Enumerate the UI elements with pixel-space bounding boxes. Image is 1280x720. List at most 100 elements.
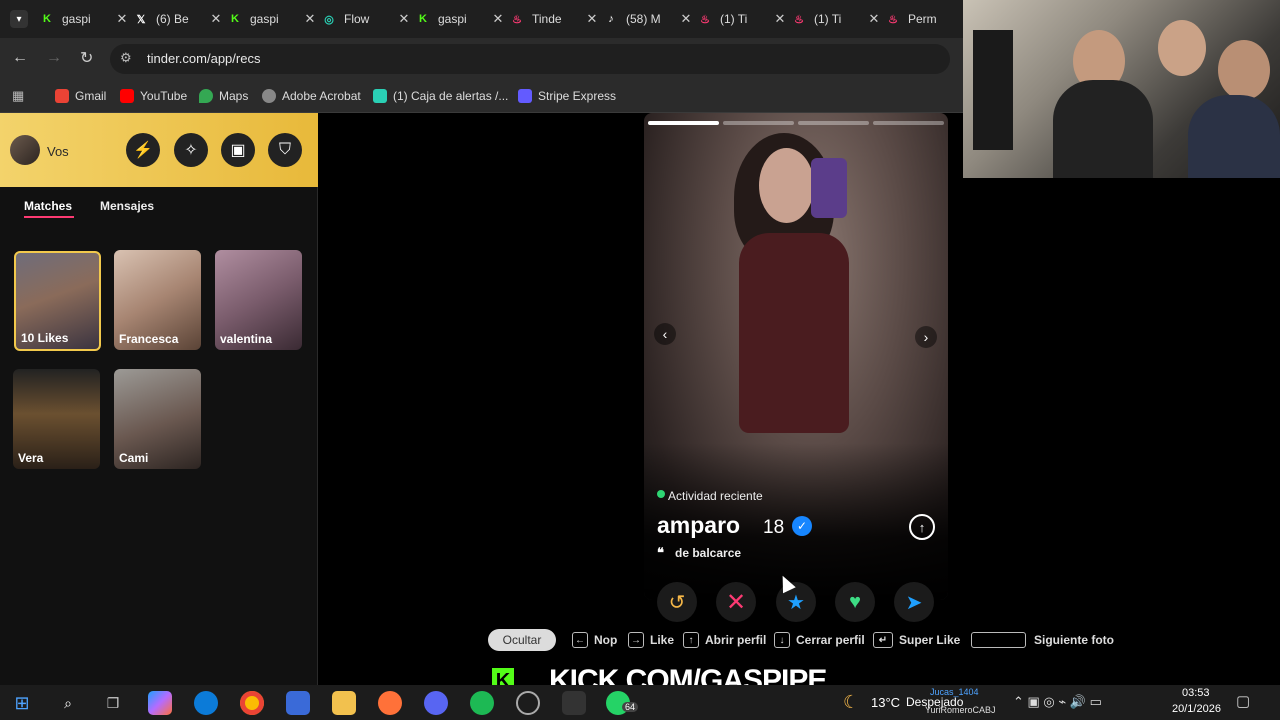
- tab-messages[interactable]: Mensajes: [100, 199, 154, 213]
- taskbar: ⊞ ⌕ ❐ 64 ☾ 13°C Despejado Jucas_1404 Yur…: [0, 685, 1280, 720]
- kick-icon: K: [419, 13, 427, 25]
- tab-underline: [24, 216, 74, 218]
- avatar[interactable]: [10, 135, 40, 165]
- space-key-icon: [971, 632, 1026, 648]
- tab-search-icon[interactable]: ▾: [10, 10, 28, 28]
- bookmark-youtube[interactable]: YouTube: [120, 86, 187, 106]
- next-photo-button[interactable]: ›: [915, 326, 937, 348]
- discord-icon[interactable]: [424, 691, 448, 715]
- bookmark-label: Adobe Acrobat: [282, 89, 361, 103]
- close-icon[interactable]: ✕: [208, 11, 224, 27]
- hide-shortcuts-button[interactable]: Ocultar: [488, 629, 556, 651]
- browser-tab[interactable]: Kgaspi ✕: [228, 6, 318, 32]
- bookmark-label: YouTube: [140, 89, 188, 103]
- copilot-icon[interactable]: [148, 691, 172, 715]
- bookmark-label: Stripe Express: [538, 89, 617, 103]
- explore-button[interactable]: ✧: [174, 133, 208, 167]
- close-icon[interactable]: ✕: [866, 11, 882, 27]
- tab-title: (58) M: [626, 12, 661, 26]
- compass-icon: ✧: [184, 142, 198, 159]
- weather-temp[interactable]: 13°C: [871, 695, 900, 710]
- store-icon[interactable]: [286, 691, 310, 715]
- profile-bio: de balcarce: [675, 546, 742, 560]
- profile-age: 18: [763, 517, 785, 538]
- bookmark-gmail[interactable]: Gmail: [55, 86, 106, 106]
- match-card[interactable]: Vera: [13, 369, 100, 469]
- bookmark-maps[interactable]: Maps: [199, 86, 248, 106]
- bookmark-stripe[interactable]: Stripe Express: [518, 86, 616, 106]
- expand-profile-button[interactable]: ↑: [909, 514, 935, 540]
- file-explorer-icon[interactable]: [332, 691, 356, 715]
- tiktok-icon: ♪: [608, 13, 614, 25]
- task-view-icon[interactable]: ❐: [101, 691, 125, 715]
- windows-start-icon[interactable]: ⊞: [10, 691, 34, 715]
- close-icon[interactable]: ✕: [678, 11, 694, 27]
- address-bar[interactable]: ⚙ tinder.com/app/recs: [110, 44, 950, 74]
- rewind-button[interactable]: ↺: [657, 582, 697, 622]
- likes-card[interactable]: 10 Likes: [14, 251, 101, 351]
- browser-tab[interactable]: ♨ Tinde ✕: [510, 6, 600, 32]
- spotify-icon[interactable]: [470, 691, 494, 715]
- notifications-icon[interactable]: ▢: [1236, 692, 1250, 710]
- close-icon[interactable]: ✕: [396, 11, 412, 27]
- browser-tab[interactable]: ♪ (58) M ✕: [604, 6, 694, 32]
- profile-card[interactable]: ‹ › Actividad reciente amparo 18 ✓ ↑ ❝ d…: [644, 113, 948, 600]
- flow-icon: ◎: [324, 13, 334, 26]
- webcam-monitor: [973, 30, 1013, 150]
- browser-tab[interactable]: Kgaspi ✕: [40, 6, 130, 32]
- profile-label[interactable]: Vos: [47, 144, 69, 159]
- tray-icons[interactable]: ⌃ ▣ ◎ ⌁ 🔊 ▭: [1013, 694, 1102, 710]
- match-card[interactable]: Cami: [114, 369, 201, 469]
- chrome-icon[interactable]: [240, 691, 264, 715]
- chat-user: Jucas_1404: [930, 687, 979, 697]
- safety-button[interactable]: ⛉: [268, 133, 302, 167]
- browser-tab[interactable]: 𝕏 (6) Be ✕: [134, 6, 224, 32]
- photo-progress: [648, 121, 944, 125]
- kick-icon: K: [43, 13, 51, 25]
- tab-matches[interactable]: Matches: [24, 199, 72, 213]
- browser-tab[interactable]: ♨ (1) Ti ✕: [792, 6, 882, 32]
- bookmark-label: Gmail: [75, 89, 107, 103]
- shortcut-label: Abrir perfil: [705, 633, 767, 647]
- like-button[interactable]: ♥: [835, 582, 875, 622]
- boost-send-button[interactable]: ➤: [894, 582, 934, 622]
- shortcut-label: Nop: [594, 633, 618, 647]
- firefox-icon[interactable]: [378, 691, 402, 715]
- close-icon[interactable]: ✕: [772, 11, 788, 27]
- close-icon[interactable]: ✕: [490, 11, 506, 27]
- close-icon[interactable]: ✕: [114, 11, 130, 27]
- work-button[interactable]: ▣: [221, 133, 255, 167]
- apps-icon[interactable]: ▦: [12, 88, 24, 104]
- prev-photo-button[interactable]: ‹: [654, 323, 676, 345]
- boost-button[interactable]: ⚡: [126, 133, 160, 167]
- tab-title: (1) Ti: [720, 12, 748, 26]
- clock-date[interactable]: 20/1/2026: [1172, 703, 1221, 715]
- back-icon[interactable]: ←: [12, 49, 28, 67]
- clock-time[interactable]: 03:53: [1182, 687, 1210, 699]
- bookmark-adobe[interactable]: Adobe Acrobat: [262, 86, 361, 106]
- match-card[interactable]: Francesca: [114, 250, 201, 350]
- close-icon[interactable]: ✕: [302, 11, 318, 27]
- shortcut-open: ↑ Abrir perfil: [683, 630, 766, 650]
- match-card[interactable]: valentina: [215, 250, 302, 350]
- star-icon: ★: [787, 591, 805, 614]
- clock-app-icon[interactable]: [516, 691, 540, 715]
- browser-tab[interactable]: ◎ Flow ✕: [322, 6, 412, 32]
- forward-icon[interactable]: →: [46, 49, 62, 67]
- browser-tab[interactable]: ♨ (1) Ti ✕: [698, 6, 788, 32]
- app-icon[interactable]: [562, 691, 586, 715]
- bookmark-alerts[interactable]: (1) Caja de alertas /...: [373, 86, 508, 106]
- tab-title: gaspi: [438, 12, 467, 26]
- close-icon[interactable]: ✕: [584, 11, 600, 27]
- shortcut-label: Super Like: [899, 633, 961, 647]
- reload-icon[interactable]: ↻: [80, 48, 93, 68]
- browser-tab[interactable]: Kgaspi ✕: [416, 6, 506, 32]
- webcam-person-body: [1188, 95, 1280, 178]
- nope-button[interactable]: ✕: [716, 582, 756, 622]
- quote-icon: ❝: [657, 545, 664, 560]
- site-info-icon[interactable]: ⚙: [120, 50, 132, 66]
- search-icon[interactable]: ⌕: [56, 691, 80, 715]
- chevron-left-icon: ‹: [662, 326, 668, 342]
- edge-icon[interactable]: [194, 691, 218, 715]
- tab-title: (1) Ti: [814, 12, 842, 26]
